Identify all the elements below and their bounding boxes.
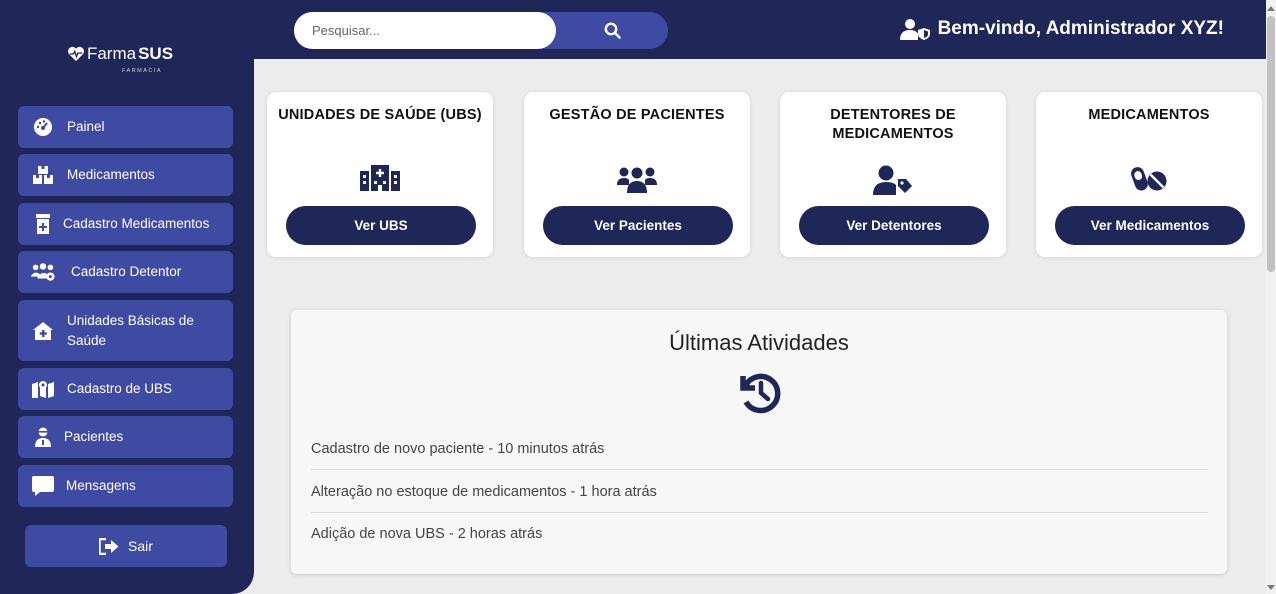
recent-activities-panel: Últimas Atividades Cadastro de novo paci…: [291, 310, 1227, 574]
card-title: GESTÃO DE PACIENTES: [549, 107, 725, 123]
page-scrollbar[interactable]: [1266, 0, 1276, 594]
welcome-message: Bem-vindo, Administrador XYZ!: [899, 18, 1224, 40]
sidebar-item-label: Cadastro Medicamentos: [63, 216, 210, 231]
sidebar-item-label: Unidades Básicas de Saúde: [67, 312, 194, 348]
sidebar-item-label: Cadastro de UBS: [67, 381, 173, 396]
dashboard-gauge-icon: [31, 115, 55, 139]
sidebar-item-pacientes[interactable]: Pacientes: [18, 416, 233, 458]
card-title: UNIDADES DE SAÚDE (UBS): [278, 107, 482, 123]
brand-logo: Farma SUS FARMÁCIA: [0, 44, 240, 74]
sidebar-item-label: Painel: [67, 119, 105, 134]
scroll-down-arrow[interactable]: [1267, 585, 1275, 590]
message-icon: [31, 474, 55, 498]
sidebar-item-medicamentos[interactable]: Medicamentos: [18, 154, 233, 196]
card-pacientes: GESTÃO DE PACIENTES Ver Pacientes: [523, 91, 751, 258]
card-title: MEDICAMENTOS: [1088, 107, 1210, 123]
user-shield-icon: [899, 19, 930, 40]
pills-icon: [1036, 165, 1262, 193]
top-bar: Bem-vindo, Administrador XYZ!: [254, 0, 1266, 59]
search-bar: [294, 12, 668, 49]
users-gear-icon: [31, 260, 55, 284]
sidebar-item-label: Pacientes: [64, 429, 124, 444]
scroll-thumb[interactable]: [1267, 16, 1275, 272]
search-button[interactable]: [556, 12, 668, 49]
heart-pulse-icon: [67, 46, 84, 62]
users-icon: [524, 165, 750, 193]
card-ubs: UNIDADES DE SAÚDE (UBS) Ver UBS: [266, 91, 494, 258]
sidebar-item-cadastro-ubs[interactable]: Cadastro de UBS: [18, 368, 233, 410]
activity-item: Cadastro de novo paciente - 10 minutos a…: [311, 428, 1208, 470]
sidebar-item-painel[interactable]: Painel: [18, 106, 233, 148]
card-medicamentos: MEDICAMENTOS Ver Medicamentos: [1035, 91, 1263, 258]
activity-item: Adição de nova UBS - 2 horas atrás: [311, 526, 543, 542]
history-icon: [291, 368, 1227, 416]
boxes-icon: [31, 163, 55, 187]
ver-medicamentos-button[interactable]: Ver Medicamentos: [1055, 206, 1245, 245]
prescription-bottle-icon: [31, 212, 55, 236]
sidebar-item-mensagens[interactable]: Mensagens: [18, 465, 233, 507]
hospital-icon: [267, 165, 493, 191]
sidebar-item-label: Cadastro Detentor: [71, 264, 182, 279]
welcome-text: Bem-vindo, Administrador XYZ!: [937, 18, 1224, 39]
ver-detentores-button[interactable]: Ver Detentores: [799, 206, 989, 245]
house-medical-icon: [31, 319, 55, 343]
logout-button[interactable]: Sair: [25, 525, 227, 567]
sidebar-item-label: Medicamentos: [67, 167, 155, 182]
ver-pacientes-button[interactable]: Ver Pacientes: [543, 206, 733, 245]
sidebar: Farma SUS FARMÁCIA Painel Medicamentos Ca…: [0, 0, 254, 594]
sidebar-item-cadastro-detentor[interactable]: Cadastro Detentor: [18, 251, 233, 293]
sidebar-item-unidades-basicas[interactable]: Unidades Básicas de Saúde: [18, 300, 233, 361]
scroll-up-arrow[interactable]: [1267, 6, 1275, 11]
logout-label: Sair: [128, 538, 153, 554]
brand-name-thin: Farma: [86, 44, 137, 63]
brand-subtitle: FARMÁCIA: [121, 68, 163, 74]
search-input[interactable]: [294, 12, 556, 49]
activity-item: Alteração no estoque de medicamentos - 1…: [311, 471, 1208, 513]
sign-out-icon: [99, 537, 119, 555]
sidebar-item-label: Mensagens: [66, 478, 136, 493]
user-tag-icon: [780, 165, 1006, 195]
user-doctor-icon: [31, 425, 55, 449]
activities-title: Últimas Atividades: [669, 330, 849, 355]
search-icon: [604, 22, 621, 39]
sidebar-item-cadastro-medicamentos[interactable]: Cadastro Medicamentos: [18, 203, 233, 245]
card-title: DETENTORES DE MEDICAMENTOS: [830, 107, 956, 142]
card-detentores: DETENTORES DE MEDICAMENTOS Ver Detentore…: [779, 91, 1007, 258]
ver-ubs-button[interactable]: Ver UBS: [286, 206, 476, 245]
brand-name-bold: SUS: [138, 44, 174, 63]
map-location-icon: [31, 377, 55, 401]
